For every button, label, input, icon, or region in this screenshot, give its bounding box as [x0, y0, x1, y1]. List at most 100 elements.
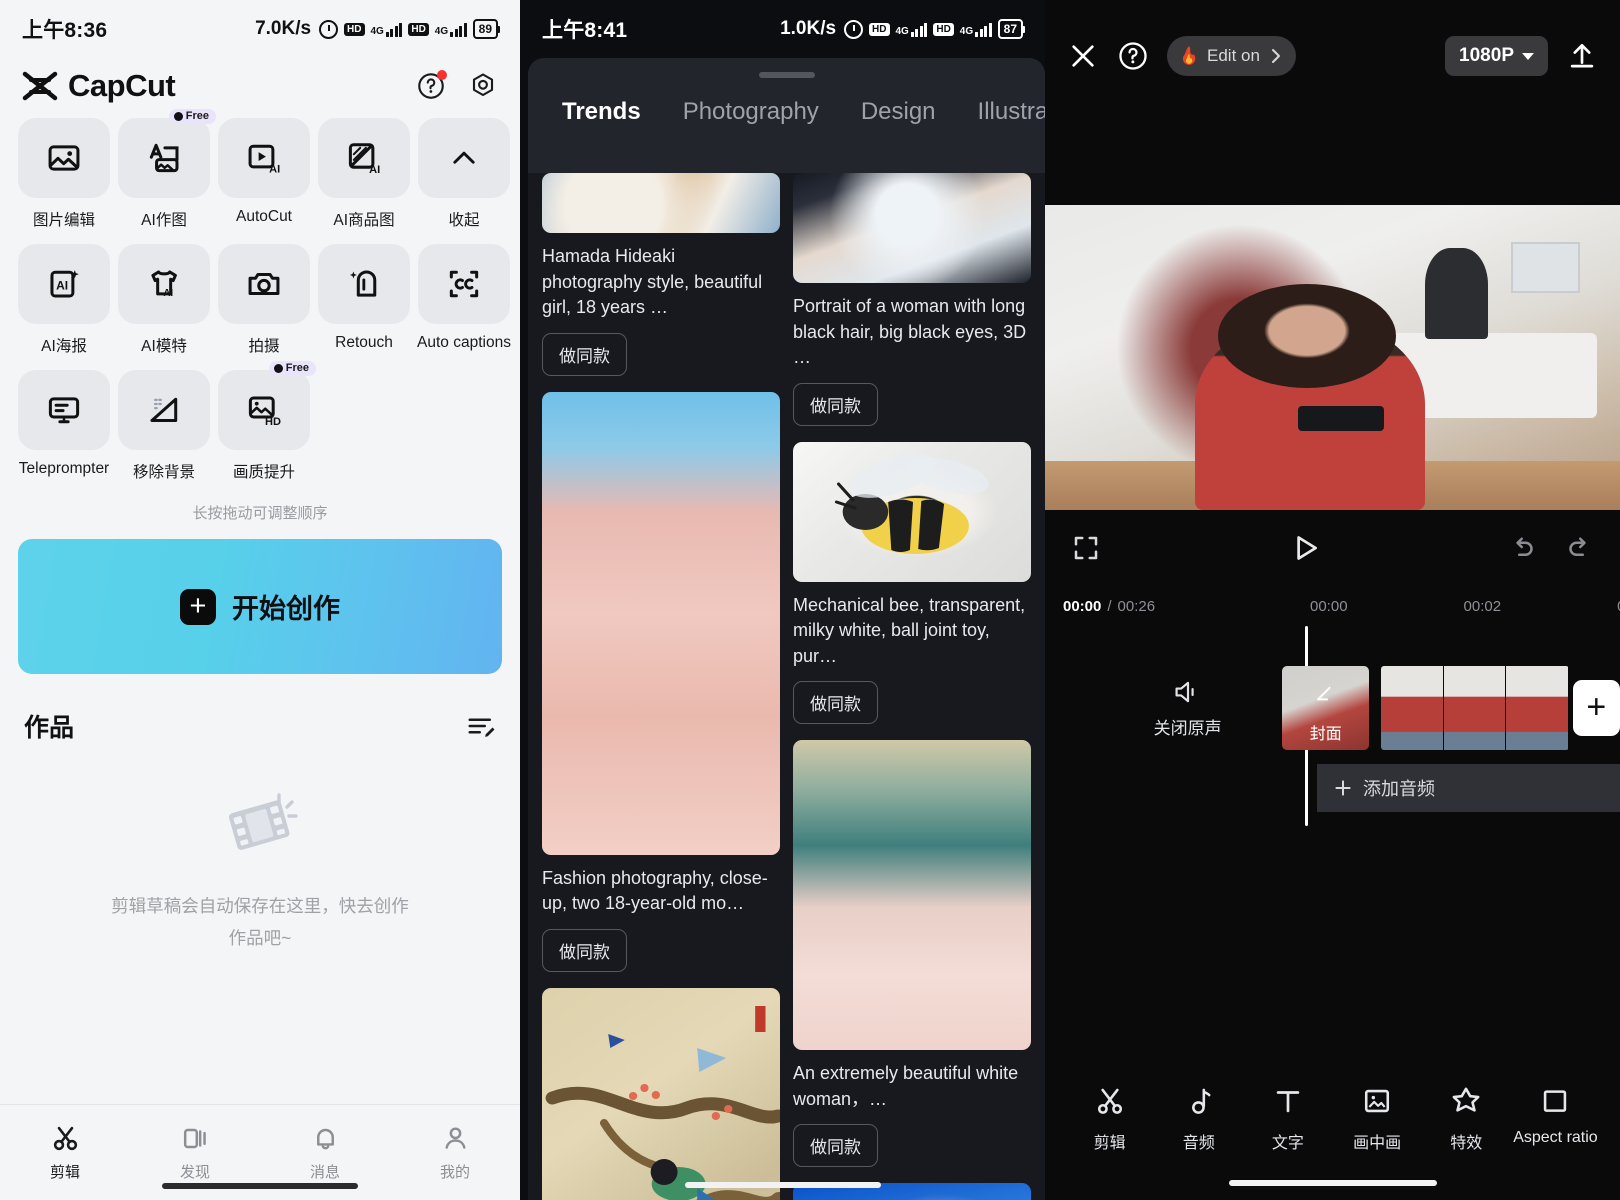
export-upload-icon[interactable] [1566, 40, 1598, 72]
tool-row-3: Teleprompter 移除背景 HD Free 画质提升 [18, 361, 502, 482]
edit-on-button[interactable]: Edit on [1167, 36, 1296, 76]
trends-browse-screen: 上午8:41 1.0K/s HD 4G HD 4G 87 Trends Phot… [520, 0, 1045, 1200]
tool-camera[interactable]: 拍摄 [218, 244, 310, 356]
undo-icon[interactable] [1508, 533, 1538, 563]
template-thumbnail [542, 391, 780, 855]
mute-label: 关闭原声 [1153, 718, 1222, 738]
tab-discover[interactable]: 发现 [130, 1123, 260, 1182]
speaker-icon [1172, 678, 1204, 706]
tool-ai-product[interactable]: AI AI商品图 [318, 118, 410, 230]
capcut-logo-icon [22, 71, 58, 101]
tool-ai-model[interactable]: AI AI模特 [118, 244, 210, 356]
status-bar-2: 上午8:41 1.0K/s HD 4G HD 4G 87 [520, 0, 1045, 58]
tab-profile[interactable]: 我的 [390, 1123, 520, 1182]
tab-messages[interactable]: 消息 [260, 1123, 390, 1182]
mute-original-audio-button[interactable]: 关闭原声 [1093, 678, 1282, 739]
tool-tile: HD Free [218, 361, 316, 450]
editor-tool-edit[interactable]: 剪辑 [1065, 1084, 1154, 1153]
tool-row-1: 图片编辑 Free AI作图 AI AutoCut AI AI商品图 收起 [18, 109, 510, 230]
tool-label: 画质提升 [232, 464, 295, 481]
editor-tool-text[interactable]: 文字 [1243, 1084, 1332, 1153]
editor-tool-audio[interactable]: 音频 [1154, 1084, 1243, 1153]
add-audio-track[interactable]: 添加音频 [1317, 764, 1620, 812]
editor-tool-pip[interactable]: 画中画 [1333, 1084, 1422, 1153]
template-caption: Portrait of a woman with long black hair… [793, 296, 1027, 368]
template-card[interactable]: Fashion photography, close-up, two 18-ye… [542, 391, 780, 972]
make-similar-button[interactable]: 做同款 [542, 928, 627, 972]
tool-label: 剪辑 [1093, 1135, 1126, 1152]
tool-teleprompter[interactable]: Teleprompter [18, 370, 110, 482]
tool-image-edit[interactable]: 图片编辑 [18, 118, 110, 230]
total-duration: 00:26 [1117, 597, 1156, 615]
help-icon[interactable] [1117, 40, 1149, 72]
video-clip-strip[interactable] [1381, 666, 1569, 750]
template-thumbnail [793, 173, 1031, 283]
start-creating-button[interactable]: + 开始创作 [18, 539, 502, 674]
settings-gear-icon[interactable] [468, 71, 498, 101]
network-speed: 7.0K/s [255, 18, 312, 39]
template-thumbnail [542, 987, 780, 1200]
editor-tool-bar: 剪辑 音频 文字 画中画 特效 Aspect ratio [1045, 1050, 1620, 1200]
start-creating-label: 开始创作 [232, 594, 340, 624]
network-type-1: 4G [895, 26, 909, 37]
redo-icon[interactable] [1564, 533, 1594, 563]
template-card[interactable]: Mechanical bee, transparent, milky white… [793, 441, 1031, 725]
tool-grid: 图片编辑 Free AI作图 AI AutoCut AI AI商品图 收起 AI… [0, 109, 520, 496]
editor-tool-aspect-ratio[interactable]: Aspect ratio [1511, 1084, 1600, 1147]
resolution-selector[interactable]: 1080P [1445, 36, 1548, 76]
make-similar-button[interactable]: 做同款 [793, 1124, 878, 1168]
tool-autocut[interactable]: AI AutoCut [218, 118, 310, 230]
pencil-icon [1315, 682, 1337, 704]
play-icon[interactable] [1288, 531, 1322, 565]
cover-thumbnail[interactable]: 封面 [1282, 666, 1370, 750]
tab-photography[interactable]: Photography [683, 94, 839, 140]
tool-tile [418, 118, 510, 198]
autocut-icon: AI [245, 139, 283, 177]
tool-ai-poster[interactable]: AI AI海报 [18, 244, 110, 356]
tool-ai-draw[interactable]: Free AI作图 [118, 109, 216, 230]
add-clip-button[interactable]: + [1572, 680, 1620, 736]
timeline-ruler: 00:00 / 00:26 00:00 00:02 00 [1045, 586, 1620, 626]
template-card[interactable]: Portrait of a woman with long black hair… [793, 173, 1031, 426]
tab-label: 发现 [179, 1164, 210, 1181]
tab-illustration[interactable]: Illustration [978, 94, 1045, 140]
svg-text:AI: AI [369, 164, 380, 176]
make-similar-button[interactable]: 做同款 [542, 332, 627, 376]
hd-chip-1: HD [869, 22, 890, 36]
template-card[interactable]: An extremely beautiful white woman，… 做同款 [793, 740, 1031, 1168]
tool-retouch[interactable]: Retouch [318, 244, 410, 356]
tool-hd-enhance[interactable]: HD Free 画质提升 [218, 361, 316, 482]
tab-edit[interactable]: 剪辑 [0, 1123, 130, 1182]
time-separator: / [1107, 597, 1112, 615]
tool-remove-bg[interactable]: 移除背景 [118, 370, 210, 482]
ruler-tick: 00:00 [1310, 597, 1348, 615]
template-card[interactable] [542, 987, 780, 1200]
preview-phone-prop [1298, 406, 1385, 431]
text-t-icon [1271, 1084, 1305, 1118]
editor-tool-effects[interactable]: 特效 [1422, 1084, 1511, 1153]
signal-2: 4G [435, 21, 467, 37]
tool-label: 文字 [1271, 1135, 1304, 1152]
help-icon[interactable] [416, 70, 447, 101]
timeline[interactable]: 关闭原声 封面 + 添加音频 [1045, 626, 1620, 1050]
close-icon[interactable] [1067, 40, 1099, 72]
tool-auto-captions[interactable]: Auto captions [417, 244, 511, 356]
make-similar-button[interactable]: 做同款 [793, 382, 878, 426]
tool-tile [318, 244, 410, 324]
tool-label: AI模特 [141, 338, 187, 355]
signal-bars-icon-1 [385, 21, 403, 37]
tab-design[interactable]: Design [861, 94, 956, 140]
tool-label: 特效 [1450, 1135, 1483, 1152]
tool-tile [118, 370, 210, 450]
template-feed[interactable]: Hamada Hideaki photography style, beauti… [528, 173, 1045, 1200]
tool-tile: Free [118, 109, 216, 198]
ai-text-image-icon [145, 139, 183, 177]
make-similar-button[interactable]: 做同款 [793, 681, 878, 725]
sort-edit-icon[interactable] [466, 713, 496, 739]
template-card[interactable]: Hamada Hideaki photography style, beauti… [542, 173, 780, 376]
tool-collapse[interactable]: 收起 [418, 118, 510, 230]
fullscreen-icon[interactable] [1071, 533, 1101, 563]
tab-trends[interactable]: Trends [562, 94, 661, 140]
tool-tile: AI [118, 244, 210, 324]
video-preview[interactable] [1045, 205, 1620, 510]
